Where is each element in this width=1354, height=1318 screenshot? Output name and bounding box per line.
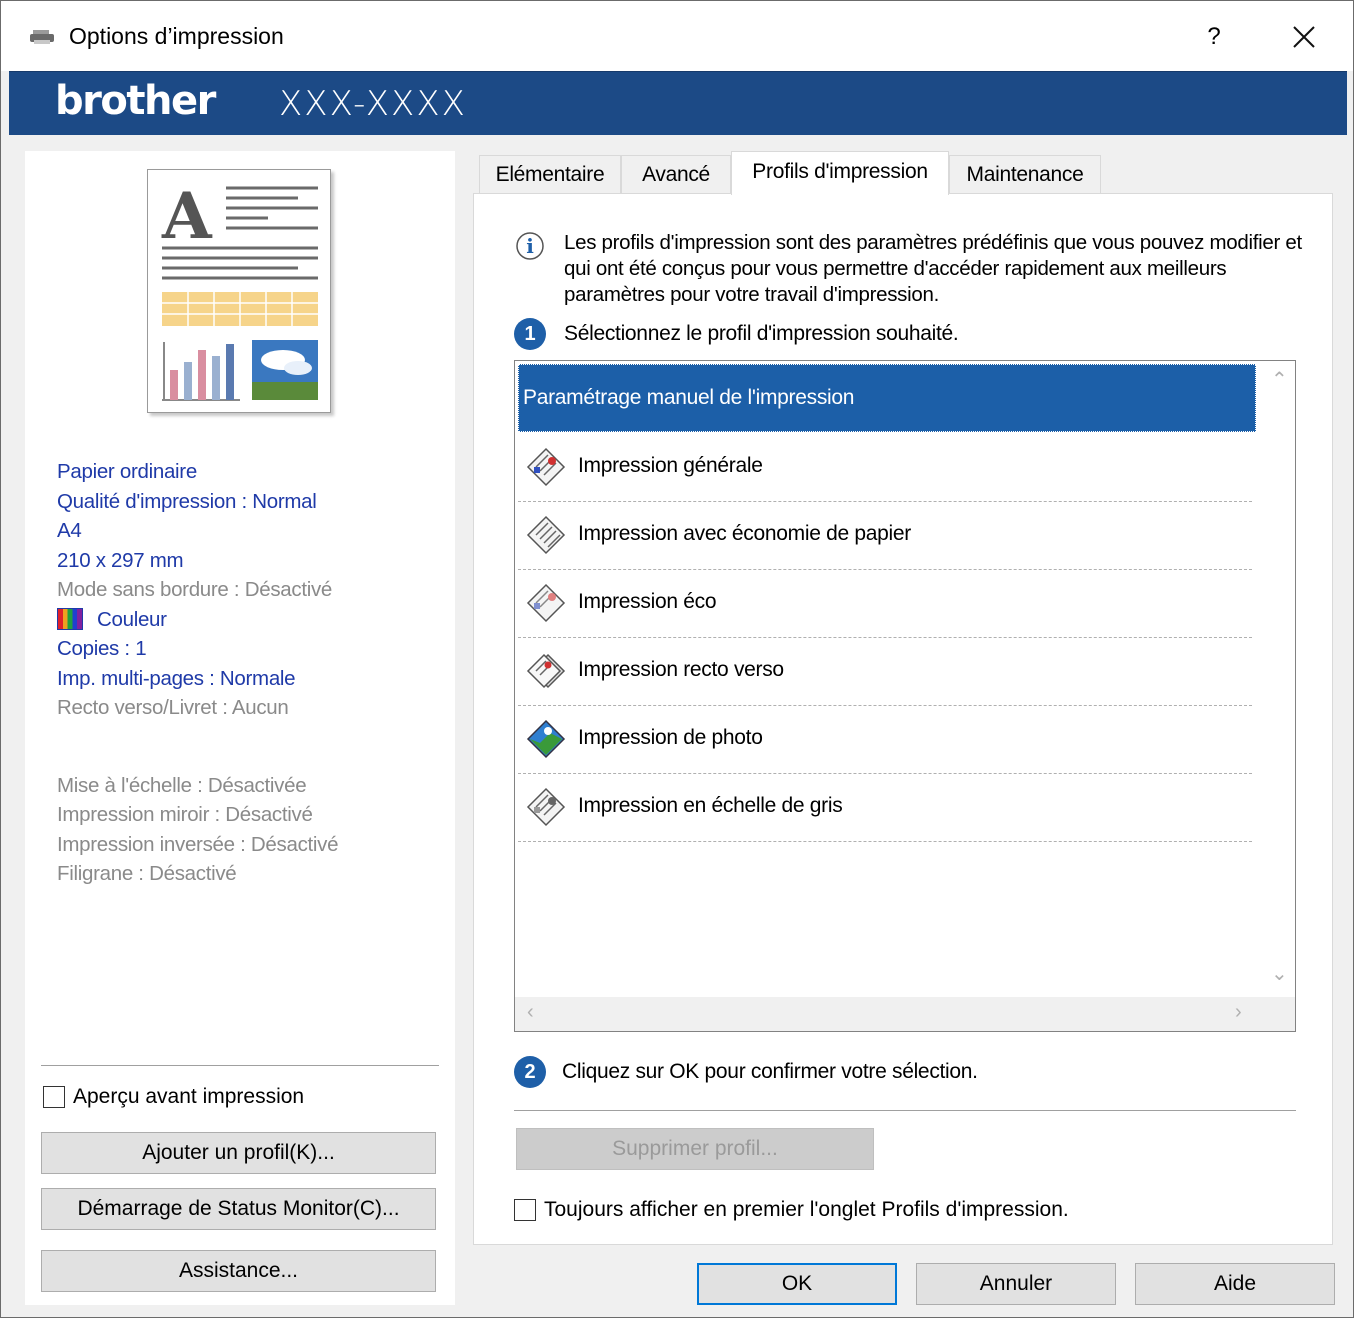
info-icon: i [516,232,544,260]
tab-basic[interactable]: Elémentaire [479,155,621,193]
list-item-duplex-print[interactable]: Impression recto verso [518,637,1256,705]
eco-print-icon [526,583,566,623]
scroll-right-icon[interactable]: › [1235,1001,1242,1024]
print-quality-value: Qualité d'impression : Normal [57,489,317,513]
help-button[interactable]: ? [1181,9,1247,65]
general-print-icon [526,447,566,487]
tab-maintenance[interactable]: Maintenance [949,155,1101,193]
brand-banner: brother XXX-XXXX [9,71,1347,135]
always-show-profiles-checkbox[interactable]: Toujours afficher en premier l'onglet Pr… [514,1198,1069,1222]
step-2-icon: 2 [514,1056,546,1088]
duplex-print-icon [526,653,566,689]
paper-type-value: Papier ordinaire [57,460,197,483]
duplex-booklet-value: Recto verso/Livret : Aucun [57,696,289,719]
list-item-label: Impression recto verso [578,658,784,681]
tab-advanced[interactable]: Avancé [621,155,731,193]
list-item-eco-print[interactable]: Impression éco [518,569,1256,637]
list-item-general-print[interactable]: Impression générale [518,433,1256,501]
step-2-text: Cliquez sur OK pour confirmer votre séle… [562,1060,978,1083]
assistance-button[interactable]: Assistance... [41,1250,436,1292]
list-item-label: Paramétrage manuel de l'impression [523,386,855,409]
list-item-manual-settings[interactable]: Paramétrage manuel de l'impression [518,364,1256,432]
color-mode-row: Couleur [57,605,338,635]
window-title: Options d’impression [69,23,284,49]
help-dialog-button[interactable]: Aide [1135,1263,1335,1305]
list-item-label: Impression éco [578,590,717,613]
profiles-intro-text: Les profils d'impression sont des paramè… [564,231,1302,306]
list-item-label: Impression générale [578,454,763,477]
delete-profile-button[interactable]: Supprimer profil... [516,1128,874,1170]
settings-summary-panel: A Papier ordinaire Qualité d'impression … [25,151,455,1305]
print-options-window: Options d’impression ? brother XXX-XXXX … [0,0,1354,1318]
multi-page-value: Imp. multi-pages : Normale [57,666,296,690]
list-item-label: Impression de photo [578,726,763,749]
brother-logo: brother [55,78,216,124]
grayscale-print-icon [526,787,566,827]
close-icon [1293,26,1315,48]
cancel-button[interactable]: Annuler [916,1263,1116,1305]
close-button[interactable] [1269,9,1339,65]
scaling-value: Mise à l'échelle : Désactivée [57,773,307,797]
scroll-down-icon[interactable]: ⌄ [1271,961,1288,986]
reverse-print-value: Impression inversée : Désactivé [57,832,339,856]
settings-summary: Papier ordinaire Qualité d'impression : … [57,457,339,889]
step-1-icon: 1 [514,318,546,350]
list-item-label: Impression avec économie de papier [578,522,911,545]
list-item-grayscale-print[interactable]: Impression en échelle de gris [518,773,1256,841]
print-preview-label: Aperçu avant impression [73,1085,305,1108]
copies-value: Copies : 1 [57,637,147,660]
print-profiles-panel: i Les profils d'impression sont des para… [473,193,1333,1245]
vertical-scrollbar[interactable]: ⌃ ⌄ [1261,361,1295,997]
panel-divider [514,1110,1296,1111]
borderless-value: Mode sans bordure : Désactivé [57,578,333,601]
color-mode-value: Couleur [97,607,167,631]
model-name: XXX-XXXX [279,84,467,124]
step-1-text: Sélectionnez le profil d'impression souh… [564,322,959,345]
printer-icon [30,30,54,44]
document-preview-icon: A [161,179,318,401]
profile-list[interactable]: Paramétrage manuel de l'impression Impre… [514,360,1296,1032]
watermark-value: Filigrane : Désactivé [57,862,237,885]
list-separator [518,841,1252,842]
mirror-print-value: Impression miroir : Désactivé [57,803,313,826]
checkbox-box[interactable] [514,1199,536,1221]
list-item-photo-print[interactable]: Impression de photo [518,705,1256,773]
svg-text:A: A [161,179,213,254]
list-item-label: Impression en échelle de gris [578,794,843,817]
add-profile-button[interactable]: Ajouter un profil(K)... [41,1132,436,1174]
paper-size-value: A4 [57,519,82,542]
ok-button[interactable]: OK [697,1263,897,1305]
scroll-up-icon[interactable]: ⌃ [1271,367,1288,392]
status-monitor-button[interactable]: Démarrage de Status Monitor(C)... [41,1188,436,1230]
paper-saving-icon [526,515,566,555]
horizontal-scrollbar[interactable]: ‹ › [515,997,1295,1031]
print-preview-checkbox[interactable]: Aperçu avant impression [43,1085,304,1109]
title-bar: Options d’impression ? [1,1,1353,71]
left-divider [41,1065,439,1066]
always-show-profiles-label: Toujours afficher en premier l'onglet Pr… [544,1198,1069,1221]
color-swatch-icon [57,607,83,630]
svg-text:i: i [526,234,534,258]
paper-dimensions-value: 210 x 297 mm [57,548,184,572]
tab-print-profiles[interactable]: Profils d'impression [731,151,949,195]
page-preview: A [147,169,331,413]
checkbox-box[interactable] [43,1086,65,1108]
photo-print-icon [526,719,566,759]
list-item-paper-saving[interactable]: Impression avec économie de papier [518,501,1256,569]
scroll-left-icon[interactable]: ‹ [527,1001,534,1024]
